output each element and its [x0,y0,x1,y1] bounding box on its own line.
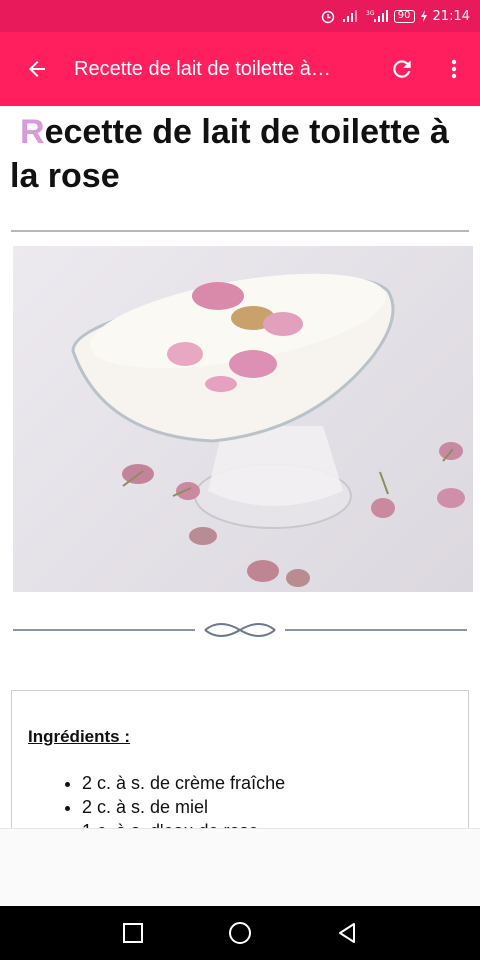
recipe-photo [13,246,473,592]
signal-icon [342,9,360,23]
ad-banner-area [0,828,480,906]
refresh-icon [393,60,411,78]
charging-icon [420,10,427,22]
ingredients-list: 2 c. à s. de crème fraîche 2 c. à s. de … [82,771,452,828]
system-navigation-bar [0,906,480,960]
ingredients-card: Ingrédients : 2 c. à s. de crème fraîche… [11,690,469,828]
refresh-button[interactable] [376,32,428,106]
more-options-button[interactable] [428,32,480,106]
title-rest: ecette de lait de toilette à la rose [10,113,449,195]
back-nav-button[interactable] [327,913,367,953]
flourish-ornament-icon [204,623,276,637]
triangle-back-icon [338,923,355,943]
ingredient-item: 2 c. à s. de crème fraîche [82,771,452,795]
title-first-letter: R [20,113,45,151]
toolbar-title: Recette de lait de toilette à la rose [74,57,376,80]
svg-text:3G: 3G [366,10,375,17]
article-title: Recette de lait de toilette à la rose [10,110,468,198]
ornamental-divider [0,618,480,642]
title-divider [11,230,469,232]
ingredient-item: 1 c. à s. d'eau de rose [82,819,452,828]
signal-3g-icon: 3G [366,9,388,23]
ingredients-label: Ingrédients : [28,727,131,746]
status-bar: 3G 90 21:14 [0,0,480,32]
back-button[interactable] [0,32,74,106]
battery-icon: 90 [393,9,415,23]
square-icon [123,923,144,943]
alarm-icon [320,8,336,24]
arrow-left-icon [29,61,45,77]
more-vert-icon [451,59,457,79]
ingredient-item: 2 c. à s. de miel [82,795,452,819]
recents-button[interactable] [113,913,153,953]
clock: 21:14 [432,8,470,24]
home-button[interactable] [220,913,260,953]
circle-icon [228,922,251,944]
app-toolbar: Recette de lait de toilette à la rose [0,32,480,106]
article-content[interactable]: Recette de lait de toilette à la rose In… [0,106,480,828]
